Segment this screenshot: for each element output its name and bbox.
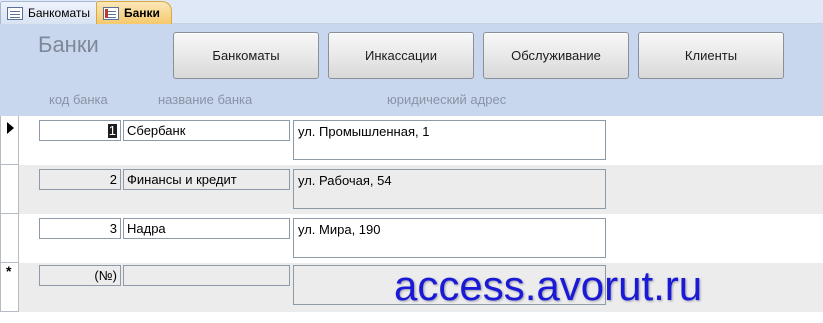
column-header-name: название банка <box>158 92 253 107</box>
bank-code-field[interactable]: 3 <box>39 218 121 239</box>
obsluzhivanie-button[interactable]: Обслуживание <box>483 32 629 79</box>
bank-code-field[interactable]: 2 <box>39 169 121 190</box>
record-row: 2 Финансы и кредит ул. Рабочая, 54 <box>0 165 823 214</box>
record-row: 1 Сбербанк ул. Промышленная, 1 <box>0 116 823 165</box>
record-selector[interactable] <box>0 165 19 214</box>
bank-address-field[interactable]: ул. Рабочая, 54 <box>293 169 606 209</box>
tab-banki[interactable]: Банки <box>96 1 172 24</box>
klienty-button[interactable]: Клиенты <box>638 32 784 79</box>
watermark-text: access.avorut.ru <box>394 262 703 309</box>
form-title: Банки <box>38 32 99 57</box>
column-header-code: код банка <box>49 92 108 107</box>
record-selector[interactable] <box>0 214 19 263</box>
column-header-address: юридический адрес <box>387 92 507 107</box>
bank-address-field[interactable]: ул. Промышленная, 1 <box>293 120 606 160</box>
bank-code-field[interactable]: 1 <box>39 120 121 141</box>
bank-name-field[interactable]: Надра <box>123 218 290 239</box>
bankomaty-button[interactable]: Банкоматы <box>173 32 319 79</box>
bank-name-field[interactable]: Сбербанк <box>123 120 290 141</box>
current-record-arrow-icon <box>7 122 14 134</box>
bank-code-value: 1 <box>107 123 117 138</box>
tab-label: Банкоматы <box>28 6 91 20</box>
form-icon <box>7 6 23 20</box>
bank-name-field[interactable]: Финансы и кредит <box>123 169 290 190</box>
record-row: 3 Надра ул. Мира, 190 <box>0 214 823 263</box>
access-form-window: Банкоматы Банки Банки Банкоматы Инкассац… <box>0 0 823 323</box>
inkassatsii-button[interactable]: Инкассации <box>328 32 474 79</box>
tab-bankomaty[interactable]: Банкоматы <box>0 1 98 24</box>
tab-label: Банки <box>124 6 160 20</box>
bank-code-field[interactable]: (№) <box>39 265 121 286</box>
form-icon <box>103 6 119 20</box>
record-selector[interactable] <box>0 116 19 165</box>
new-record-star-icon: * <box>6 263 12 279</box>
document-tab-strip: Банкоматы Банки <box>0 0 823 24</box>
bank-address-field[interactable]: ул. Мира, 190 <box>293 218 606 258</box>
bank-name-field[interactable] <box>123 265 290 286</box>
record-selector[interactable]: * <box>0 263 19 312</box>
form-header: Банки Банкоматы Инкассации Обслуживание … <box>0 24 823 116</box>
